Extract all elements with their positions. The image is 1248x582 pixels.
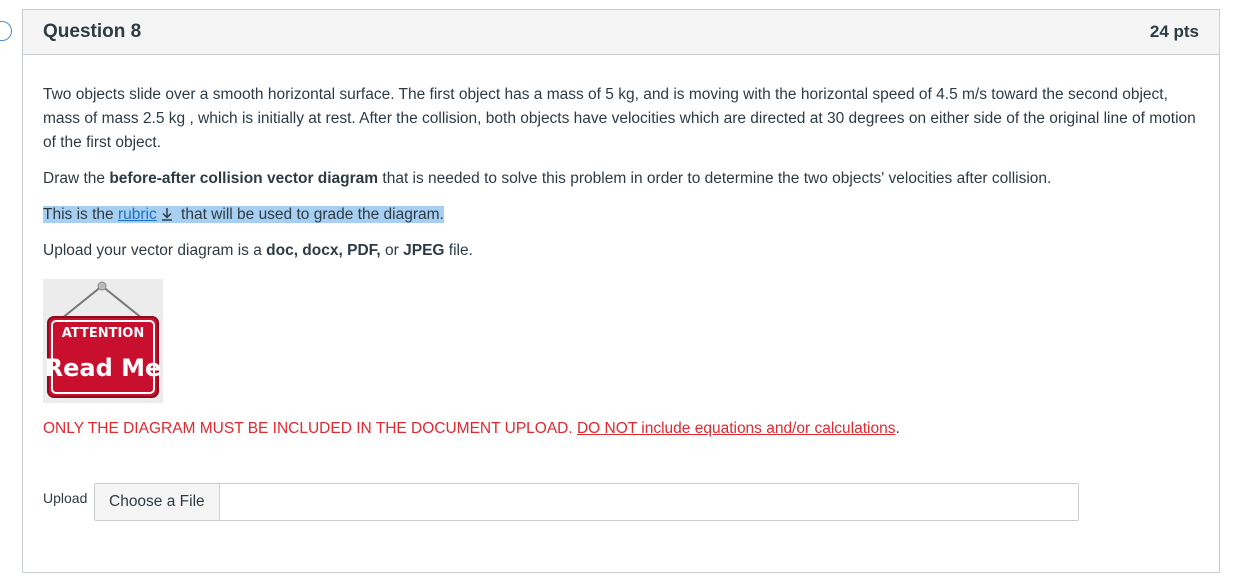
download-icon[interactable] — [159, 206, 175, 222]
upload-pre: Upload your vector diagram is a — [43, 242, 267, 259]
flag-question-marker[interactable] — [0, 21, 12, 41]
problem-text: Two objects slide over a smooth horizont… — [43, 86, 1196, 151]
choose-file-button[interactable]: Choose a File — [95, 484, 220, 520]
rubric-line: This is the rubric that will be used to … — [43, 203, 1199, 227]
instruction-text: Draw the before-after collision vector d… — [43, 167, 1199, 191]
question-card: Question 8 24 pts Two objects slide over… — [22, 9, 1220, 573]
warning-plain: ONLY THE DIAGRAM MUST BE INCLUDED IN THE… — [43, 420, 577, 437]
upload-post: file. — [444, 242, 473, 259]
upload-jpeg: JPEG — [403, 242, 445, 259]
instruction-bold: before-after collision vector diagram — [109, 170, 379, 187]
upload-instruction: Upload your vector diagram is a doc, doc… — [43, 239, 1199, 263]
question-body: Two objects slide over a smooth horizont… — [23, 55, 1219, 441]
attention-sign-icon: ATTENTION Read Me — [43, 279, 163, 403]
file-input[interactable]: Choose a File — [94, 483, 1079, 521]
warning-text: ONLY THE DIAGRAM MUST BE INCLUDED IN THE… — [43, 417, 1199, 441]
upload-or: or — [380, 242, 404, 259]
attention-top-text: ATTENTION — [62, 326, 144, 341]
upload-label: Upload — [43, 490, 88, 506]
rubric-pre: This is the — [43, 206, 118, 223]
warning-underlined: DO NOT include equations and/or calculat… — [576, 420, 896, 437]
upload-row: Upload Choose a File — [43, 483, 1079, 521]
warning-end: . — [895, 420, 900, 437]
rubric-link[interactable]: rubric — [118, 206, 157, 223]
attention-read-me-image: ATTENTION Read Me — [43, 279, 163, 403]
instruction-pre: Draw the — [43, 170, 110, 187]
rubric-highlight: This is the rubric that will be used to … — [43, 206, 444, 223]
instruction-post: that is needed to solve this problem in … — [378, 170, 1052, 187]
question-points: 24 pts — [1149, 22, 1199, 41]
rubric-post: that will be used to grade the diagram. — [176, 206, 444, 223]
upload-formats: doc, docx, PDF, — [266, 242, 381, 259]
question-header: Question 8 24 pts — [23, 10, 1219, 55]
question-title: Question 8 — [43, 21, 142, 42]
attention-main-text: Read Me — [45, 354, 162, 382]
